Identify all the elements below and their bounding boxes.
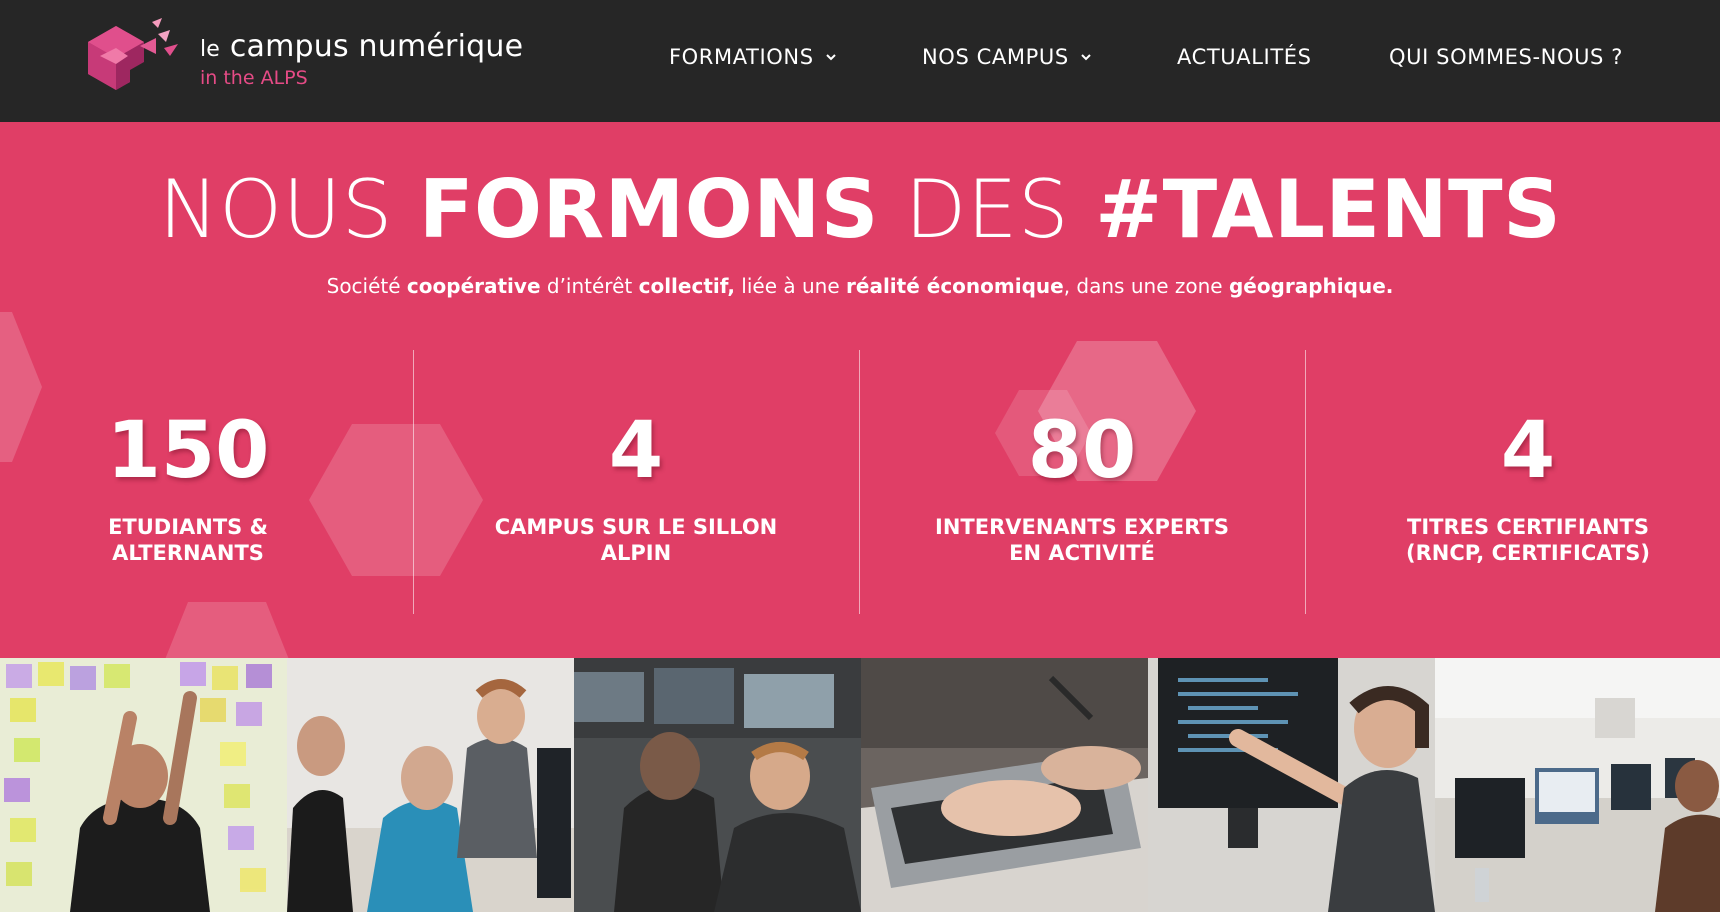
nav-item-label: QUI SOMMES-NOUS ? <box>1389 45 1624 69</box>
nav-item-formations[interactable]: FORMATIONS <box>669 45 838 69</box>
photo-sticky-notes-wall <box>0 658 287 912</box>
nav-item-label: FORMATIONS <box>669 45 814 69</box>
subtitle-emphasis: coopérative <box>406 274 541 298</box>
nav-item-qui-sommes-nous[interactable]: QUI SOMMES-NOUS ? <box>1389 45 1623 69</box>
hero-title-word: FORMONS <box>418 163 879 256</box>
stat-label: INTERVENANTS EXPERTS EN ACTIVITÉ <box>935 515 1229 565</box>
hero-section: NOUS FORMONS DES #TALENTS Société coopér… <box>0 122 1720 658</box>
main-nav: FORMATIONS NOS CAMPUS ACTUALITÉS QUI SOM… <box>0 0 1720 122</box>
chevron-down-icon <box>825 54 836 61</box>
stat-value: 4 <box>608 406 664 496</box>
nav-item-actualites[interactable]: ACTUALITÉS <box>1177 45 1312 69</box>
subtitle-emphasis: collectif, <box>638 274 735 298</box>
subtitle-text: , dans une zone <box>1063 274 1229 298</box>
hero-title-word: #TALENTS <box>1095 163 1562 256</box>
nav-item-nos-campus[interactable]: NOS CAMPUS <box>922 45 1093 69</box>
chevron-down-icon <box>1081 54 1091 61</box>
photo-pointing-at-screen <box>1148 658 1435 912</box>
photo-group-at-computer <box>287 658 574 912</box>
stat-value: 4 <box>1500 406 1556 496</box>
subtitle-emphasis: géographique. <box>1228 274 1394 298</box>
subtitle-text: liée à une <box>734 274 847 298</box>
stat-label: CAMPUS SUR LE SILLON ALPIN <box>494 515 778 565</box>
stat-label: TITRES CERTIFIANTS (RNCP, CERTIFICATS) <box>1406 515 1650 565</box>
subtitle-text: Société <box>326 274 407 298</box>
stat-experts: 80 INTERVENANTS EXPERTS EN ACTIVITÉ <box>859 350 1305 614</box>
subtitle-text: d’intérêt <box>540 274 639 298</box>
nav-item-label: NOS CAMPUS <box>922 45 1069 69</box>
hero-title-word: DES <box>904 163 1070 256</box>
stat-value: 150 <box>106 406 270 496</box>
stats-row: 150 ETUDIANTS & ALTERNANTS 4 CAMPUS SUR … <box>0 350 1720 614</box>
stat-label: ETUDIANTS & ALTERNANTS <box>108 515 268 565</box>
hero-title-word: NOUS <box>158 163 393 256</box>
photo-students-at-desks <box>574 658 861 912</box>
site-header: le campus numérique in the ALPS FORMATIO… <box>0 0 1720 122</box>
stat-campus: 4 CAMPUS SUR LE SILLON ALPIN <box>413 350 859 614</box>
hero-subtitle: Société coopérative d’intérêt collectif,… <box>0 274 1720 298</box>
nav-item-label: ACTUALITÉS <box>1177 45 1312 69</box>
photo-strip <box>0 658 1720 912</box>
stat-certifications: 4 TITRES CERTIFIANTS (RNCP, CERTIFICATS) <box>1305 350 1720 614</box>
stat-value: 80 <box>1027 406 1137 496</box>
photo-computer-classroom <box>1435 658 1720 912</box>
stat-students: 150 ETUDIANTS & ALTERNANTS <box>0 350 411 614</box>
subtitle-emphasis: réalité économique <box>846 274 1064 298</box>
photo-hands-on-laptop <box>861 658 1148 912</box>
hero-title: NOUS FORMONS DES #TALENTS <box>0 160 1720 260</box>
